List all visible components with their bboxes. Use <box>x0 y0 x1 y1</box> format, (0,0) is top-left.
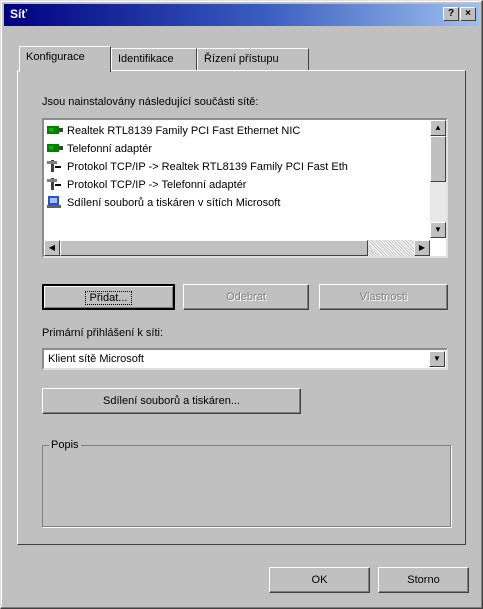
description-group: Popis <box>42 439 451 527</box>
list-item[interactable]: Telefonní adaptér <box>47 142 427 160</box>
components-heading: Jsou nainstalovány následující součásti … <box>42 96 259 108</box>
components-list[interactable]: Realtek RTL8139 Family PCI Fast Ethernet… <box>42 118 448 258</box>
window-title: Síť <box>10 7 28 21</box>
scroll-right-icon[interactable]: ▶ <box>414 240 430 256</box>
title-bar[interactable]: Síť ? × <box>4 4 479 26</box>
network-card-icon <box>47 142 63 154</box>
primary-logon-label: Primární přihlášení k síti: <box>42 327 164 339</box>
scroll-left-icon[interactable]: ◀ <box>44 240 60 256</box>
tab-access-control[interactable]: Řízení přístupu <box>197 48 309 70</box>
list-item[interactable]: Protokol TCP/IP -> Telefonní adaptér <box>47 178 427 196</box>
add-button[interactable]: Přidat... <box>42 284 175 310</box>
remove-button[interactable]: Odebrat <box>183 284 309 310</box>
list-item-label: Telefonní adaptér <box>67 143 153 155</box>
scroll-down-icon[interactable]: ▼ <box>430 222 446 238</box>
protocol-icon <box>47 160 63 172</box>
tab-identification[interactable]: Identifikace <box>111 48 197 70</box>
horizontal-scrollbar[interactable]: ◀ ▶ <box>44 240 430 256</box>
tab-label: Konfigurace <box>26 51 85 63</box>
tab-configuration[interactable]: Konfigurace <box>19 46 111 72</box>
add-button-label: Přidat... <box>84 291 133 305</box>
properties-button[interactable]: Vlastnosti <box>319 284 448 310</box>
tab-label: Řízení přístupu <box>204 53 279 65</box>
list-item-label: Protokol TCP/IP -> Realtek RTL8139 Famil… <box>67 161 348 173</box>
network-card-icon <box>47 124 63 136</box>
file-printer-sharing-button[interactable]: Sdílení souborů a tiskáren... <box>42 388 301 414</box>
list-item[interactable]: Protokol TCP/IP -> Realtek RTL8139 Famil… <box>47 160 427 178</box>
primary-logon-value: Klient sítě Microsoft <box>48 353 144 365</box>
tab-label: Identifikace <box>118 53 174 65</box>
close-button[interactable]: × <box>460 7 476 21</box>
ok-button[interactable]: OK <box>269 567 370 593</box>
list-item-label: Sdílení souborů a tiskáren v sítích Micr… <box>67 197 281 209</box>
list-item[interactable]: Sdílení souborů a tiskáren v sítích Micr… <box>47 196 427 214</box>
help-button[interactable]: ? <box>443 7 459 21</box>
vertical-scroll-thumb[interactable] <box>430 136 446 182</box>
primary-logon-select[interactable]: Klient sítě Microsoft ▼ <box>42 348 448 370</box>
list-item-label: Realtek RTL8139 Family PCI Fast Ethernet… <box>67 125 301 137</box>
vertical-scrollbar[interactable]: ▲ ▼ <box>430 120 446 238</box>
scroll-up-icon[interactable]: ▲ <box>430 120 446 136</box>
network-dialog: Síť ? × Konfigurace Identifikace Řízení … <box>0 0 483 609</box>
description-label: Popis <box>49 439 81 451</box>
chevron-down-icon[interactable]: ▼ <box>429 351 445 367</box>
service-icon <box>47 196 63 208</box>
cancel-button[interactable]: Storno <box>378 567 469 593</box>
list-item-label: Protokol TCP/IP -> Telefonní adaptér <box>67 179 247 191</box>
list-item[interactable]: Realtek RTL8139 Family PCI Fast Ethernet… <box>47 124 427 142</box>
horizontal-scroll-thumb[interactable] <box>60 240 368 256</box>
protocol-icon <box>47 178 63 190</box>
